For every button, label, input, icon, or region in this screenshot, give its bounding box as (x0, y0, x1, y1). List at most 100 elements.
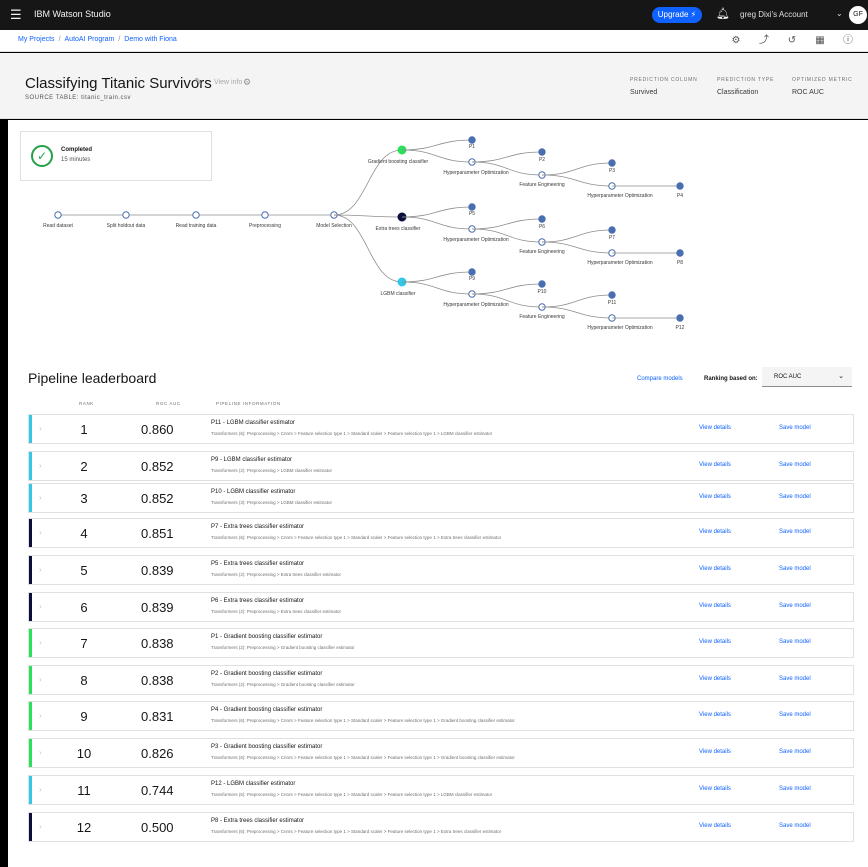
view-details-link[interactable]: View details (699, 425, 731, 431)
brand-name[interactable]: IBM Watson Studio (34, 9, 111, 19)
breadcrumb-item-projects[interactable]: My Projects (18, 36, 55, 43)
save-model-link[interactable]: Save model (779, 603, 811, 609)
table-row[interactable]: › 3 0.852 P10 - LGBM classifier estimator Tr… (28, 483, 854, 513)
table-row[interactable]: › 6 0.839 P6 - Extra trees classifier estim… (28, 592, 854, 622)
view-details-link[interactable]: View details (699, 749, 731, 755)
save-model-link[interactable]: Save model (779, 494, 811, 500)
page-title: Classifying Titanic Survivors (25, 75, 212, 92)
view-details-link[interactable]: View details (699, 639, 731, 645)
table-row[interactable]: › 12 0.500 P8 - Extra trees classifier esti… (28, 812, 854, 842)
expand-row-icon[interactable]: › (39, 528, 42, 537)
expand-row-icon[interactable]: › (39, 493, 42, 502)
tree-node-pipeline[interactable] (468, 203, 476, 211)
save-model-link[interactable]: Save model (779, 639, 811, 645)
row-pipeline-name: P5 - Extra trees classifier estimator (211, 561, 305, 567)
table-row[interactable]: › 11 0.744 P12 - LGBM classifier estimator T… (28, 775, 854, 805)
chevron-down-icon[interactable]: ⌄ (836, 9, 843, 18)
table-row[interactable]: › 10 0.826 P3 - Gradient boosting classifie… (28, 738, 854, 768)
row-pipeline-name: P7 - Extra trees classifier estimator (211, 524, 305, 530)
tree-node-step[interactable] (192, 211, 200, 219)
save-model-link[interactable]: Save model (779, 566, 811, 572)
settings-icon[interactable]: ⚙ (722, 34, 750, 48)
expand-row-icon[interactable]: › (39, 602, 42, 611)
table-row[interactable]: › 4 0.851 P7 - Extra trees classifier estim… (28, 518, 854, 548)
view-details-link[interactable]: View details (699, 676, 731, 682)
expand-row-icon[interactable]: › (39, 822, 42, 831)
tree-edge (541, 162, 613, 176)
row-pipeline-description: Transformers (2): Preprocessing > Gradie… (211, 682, 355, 687)
expand-row-icon[interactable]: › (39, 785, 42, 794)
avatar[interactable]: GF (849, 6, 867, 24)
expand-row-icon[interactable]: › (39, 565, 42, 574)
tree-node-pipeline[interactable] (538, 215, 546, 223)
row-score: 0.852 (141, 459, 174, 474)
tree-node-pipeline[interactable] (608, 159, 616, 167)
tree-hpo2-label: Hyperparameter Optimization (587, 260, 653, 266)
edit-icon[interactable]: ✎ (194, 77, 202, 88)
tree-pipeline-label: P5 (469, 211, 475, 217)
save-model-link[interactable]: Save model (779, 425, 811, 431)
chevron-down-icon: ⌄ (838, 373, 844, 380)
expand-row-icon[interactable]: › (39, 424, 42, 433)
tree-node-pipeline[interactable] (468, 268, 476, 276)
save-model-link[interactable]: Save model (779, 749, 811, 755)
view-details-link[interactable]: View details (699, 823, 731, 829)
save-model-link[interactable]: Save model (779, 786, 811, 792)
breadcrumb-item-project[interactable]: AutoAI Program (65, 36, 115, 43)
view-details-link[interactable]: View details (699, 603, 731, 609)
tree-node-pipeline[interactable] (538, 280, 546, 288)
save-model-link[interactable]: Save model (779, 823, 811, 829)
tree-node-step[interactable] (122, 211, 130, 219)
tree-node-pipeline[interactable] (676, 182, 684, 190)
view-info-link[interactable]: View info (214, 79, 242, 86)
view-details-link[interactable]: View details (699, 462, 731, 468)
breadcrumb-item-experiment[interactable]: Demo with Fiona (124, 36, 177, 43)
account-switcher[interactable]: greg Dixi's Account (740, 10, 808, 19)
save-model-link[interactable]: Save model (779, 529, 811, 535)
save-model-link[interactable]: Save model (779, 676, 811, 682)
table-row[interactable]: › 2 0.852 P9 - LGBM classifier estimator Tra… (28, 451, 854, 481)
table-row[interactable]: › 7 0.838 P1 - Gradient boosting classifier… (28, 628, 854, 658)
info-icon[interactable]: ⓘ (834, 34, 862, 48)
view-details-link[interactable]: View details (699, 529, 731, 535)
compare-models-link[interactable]: Compare models (637, 376, 683, 382)
notification-bell-icon[interactable]: 🔔︎ (716, 7, 730, 21)
tree-step-label: Read training data (176, 223, 217, 229)
row-score: 0.831 (141, 709, 174, 724)
expand-row-icon[interactable]: › (39, 748, 42, 757)
expand-row-icon[interactable]: › (39, 638, 42, 647)
table-row[interactable]: › 5 0.839 P5 - Extra trees classifier estim… (28, 555, 854, 585)
leaderboard-title: Pipeline leaderboard (28, 370, 157, 386)
save-model-link[interactable]: Save model (779, 462, 811, 468)
tree-node-pipeline[interactable] (676, 314, 684, 322)
view-details-link[interactable]: View details (699, 494, 731, 500)
expand-row-icon[interactable]: › (39, 675, 42, 684)
breadcrumb-bar: My Projects / AutoAI Program / Demo with Fio… (0, 30, 868, 52)
table-row[interactable]: › 1 0.860 P11 - LGBM classifier estimator Tr… (28, 414, 854, 444)
tree-node-step[interactable] (261, 211, 269, 219)
table-row[interactable]: › 8 0.838 P2 - Gradient boosting classifier… (28, 665, 854, 695)
save-model-link[interactable]: Save model (779, 712, 811, 718)
tree-pipeline-label: P10 (538, 289, 547, 295)
history-icon[interactable]: ↺ (778, 34, 806, 48)
tree-node-pipeline[interactable] (468, 136, 476, 144)
info-circle-icon[interactable]: ⚙ (243, 77, 251, 88)
tree-pipeline-label: P1 (469, 144, 475, 150)
view-details-link[interactable]: View details (699, 786, 731, 792)
hamburger-menu-icon[interactable]: ☰ (10, 8, 24, 22)
share-icon[interactable]: ⤴ (750, 34, 778, 48)
tree-node-pipeline[interactable] (538, 148, 546, 156)
view-details-link[interactable]: View details (699, 712, 731, 718)
table-row[interactable]: › 9 0.831 P4 - Gradient boosting classifier… (28, 701, 854, 731)
tree-node-step[interactable] (54, 211, 62, 219)
grid-icon[interactable]: ▦ (806, 34, 834, 48)
view-details-link[interactable]: View details (699, 566, 731, 572)
tree-node-pipeline[interactable] (608, 291, 616, 299)
ranking-select[interactable]: ROC AUC ⌄ (762, 367, 852, 387)
expand-row-icon[interactable]: › (39, 461, 42, 470)
upgrade-button[interactable]: Upgrade ⚡ (652, 7, 702, 23)
tree-node-pipeline[interactable] (608, 226, 616, 234)
tree-pipeline-label: P11 (608, 300, 617, 306)
tree-node-pipeline[interactable] (676, 249, 684, 257)
expand-row-icon[interactable]: › (39, 711, 42, 720)
